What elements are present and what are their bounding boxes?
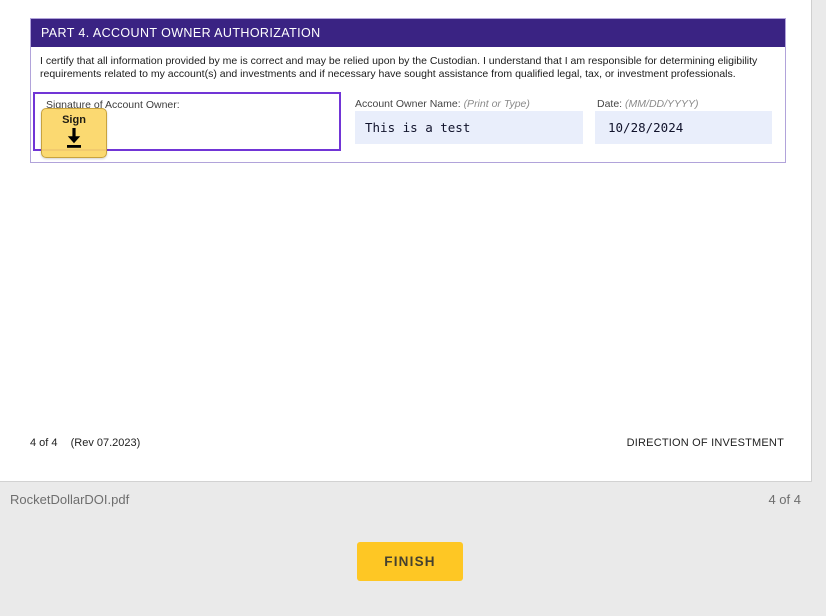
file-name: RocketDollarDOI.pdf [10, 492, 130, 507]
document-page: PART 4. ACCOUNT OWNER AUTHORIZATION I ce… [0, 0, 812, 482]
date-label-text: Date: [597, 98, 623, 110]
page-footer-left: 4 of 4 (Rev 07.2023) [30, 437, 140, 449]
signing-viewport: PART 4. ACCOUNT OWNER AUTHORIZATION I ce… [0, 0, 826, 616]
sign-arrow-icon [67, 128, 81, 148]
owner-name-hint: (Print or Type) [463, 98, 530, 110]
owner-name-label: Account Owner Name: (Print or Type) [355, 98, 530, 110]
owner-name-field[interactable]: This is a test [355, 111, 583, 144]
date-label: Date: (MM/DD/YYYY) [597, 98, 699, 110]
revision-text: (Rev 07.2023) [70, 437, 141, 449]
sign-tab-label: Sign [62, 114, 86, 126]
finish-button[interactable]: FINISH [357, 542, 463, 581]
page-indicator: 4 of 4 [768, 492, 801, 507]
owner-name-label-text: Account Owner Name: [355, 98, 461, 110]
certification-text: I certify that all information provided … [40, 55, 758, 81]
page-number-text: 4 of 4 [30, 437, 58, 449]
date-value: 10/28/2024 [608, 120, 684, 135]
section-header: PART 4. ACCOUNT OWNER AUTHORIZATION [31, 19, 785, 47]
date-hint: (MM/DD/YYYY) [625, 98, 699, 110]
sign-here-tab[interactable]: Sign [41, 108, 107, 158]
document-title-text: DIRECTION OF INVESTMENT [626, 437, 784, 449]
date-field[interactable]: 10/28/2024 [595, 111, 772, 144]
owner-name-value: This is a test [365, 120, 471, 135]
